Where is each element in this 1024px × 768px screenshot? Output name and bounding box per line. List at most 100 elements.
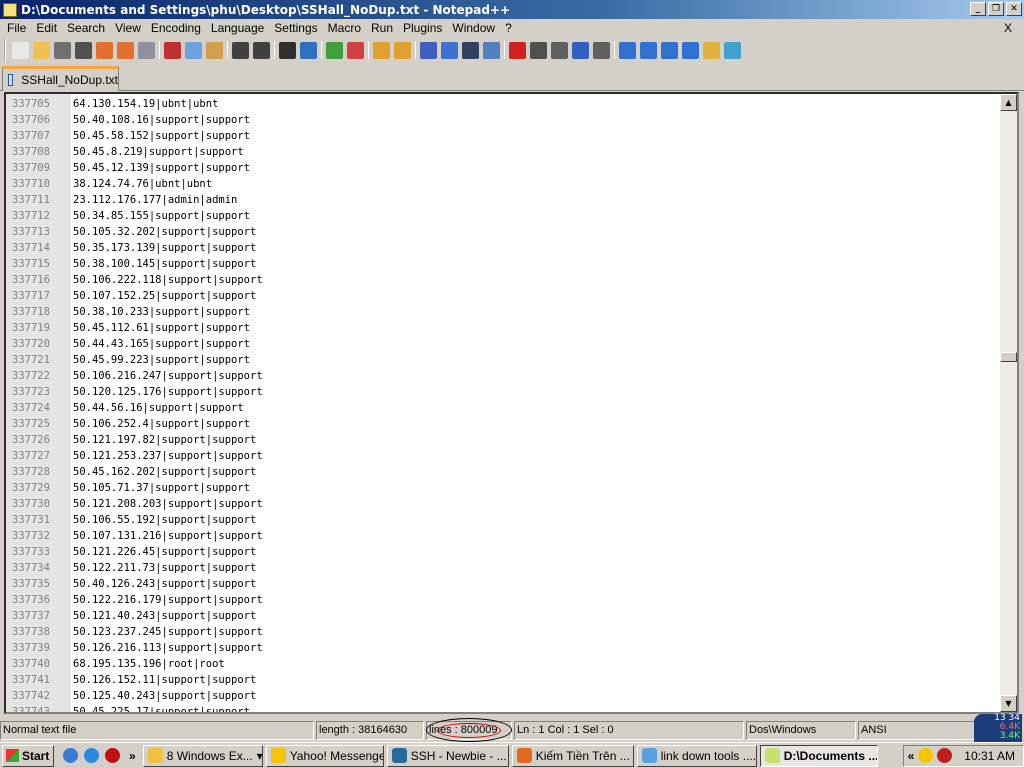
sync-horizontal-icon[interactable] [394,41,411,59]
text-line[interactable]: 337731 50.106.55.192|support|support [6,512,1006,528]
scroll-down-button[interactable]: ▼ [1000,695,1017,712]
text-line[interactable]: 337732 50.107.131.216|support|support [6,528,1006,544]
menu-run[interactable]: Run [366,21,398,35]
save-all-icon[interactable] [75,41,92,59]
doc-map-icon[interactable] [483,41,500,59]
text-line[interactable]: 337721 50.45.99.223|support|support [6,352,1006,368]
text-line[interactable]: 337726 50.121.197.82|support|support [6,432,1006,448]
print-icon[interactable] [138,41,155,59]
text-line[interactable]: 337722 50.106.216.247|support|support [6,368,1006,384]
menu-settings[interactable]: Settings [269,21,322,35]
record-macro-icon[interactable] [509,41,526,59]
text-line[interactable]: 337735 50.40.126.243|support|support [6,576,1006,592]
text-line[interactable]: 337739 50.126.216.113|support|support [6,640,1006,656]
word-wrap-icon[interactable] [420,41,437,59]
taskbar-button[interactable]: link down tools .... [636,744,757,767]
text-line[interactable]: 337711 23.112.176.177|admin|admin [6,192,1006,208]
zoom-out-icon[interactable] [347,41,364,59]
new-file-icon[interactable] [12,41,29,59]
taskbar-button[interactable]: Kiếm Tiền Trên ... [511,744,634,767]
text-line[interactable]: 337737 50.121.40.243|support|support [6,608,1006,624]
stop-macro-icon[interactable] [530,41,547,59]
text-line[interactable]: 337715 50.38.100.145|support|support [6,256,1006,272]
sync-vertical-icon[interactable] [373,41,390,59]
text-line[interactable]: 337727 50.121.253.237|support|support [6,448,1006,464]
ie-icon[interactable] [63,748,78,763]
text-line[interactable]: 337729 50.105.71.37|support|support [6,480,1006,496]
menu-window[interactable]: Window [447,21,500,35]
menu-search[interactable]: Search [62,21,110,35]
copy-icon[interactable] [185,41,202,59]
text-line[interactable]: 337716 50.106.222.118|support|support [6,272,1006,288]
redo-icon[interactable] [253,41,270,59]
scroll-up-button[interactable]: ▲ [1000,94,1017,111]
text-line[interactable]: 337713 50.105.32.202|support|support [6,224,1006,240]
open-folder-icon[interactable] [33,41,50,59]
replace-icon[interactable] [300,41,317,59]
menu-view[interactable]: View [110,21,146,35]
text-line[interactable]: 337740 68.195.135.196|root|root [6,656,1006,672]
text-line[interactable]: 337723 50.120.125.176|support|support [6,384,1006,400]
indent-guide-icon[interactable] [462,41,479,59]
messenger-icon[interactable] [84,748,99,763]
text-line[interactable]: 337717 50.107.152.25|support|support [6,288,1006,304]
yahoo-tray-icon[interactable] [918,748,934,763]
chevron-down-icon[interactable]: ▾ [257,749,262,763]
unfold-icon[interactable] [682,41,699,59]
minimize-button[interactable]: _ [970,2,986,16]
menu-language[interactable]: Language [206,21,269,35]
close-icon[interactable] [96,41,113,59]
tab-sshall-nodup[interactable]: SSHall_NoDup.txt [2,66,119,91]
tray-expand[interactable]: « [908,749,915,763]
text-line[interactable]: 337706 50.40.108.16|support|support [6,112,1006,128]
app-red-icon[interactable] [105,748,120,763]
play-macro-icon[interactable] [551,41,568,59]
folder-save-icon[interactable] [703,41,720,59]
text-line[interactable]: 337734 50.122.211.73|support|support [6,560,1006,576]
save-icon[interactable] [54,41,71,59]
menu-plugins[interactable]: Plugins [398,21,447,35]
text-line[interactable]: 337709 50.45.12.139|support|support [6,160,1006,176]
close-document-button[interactable]: X [999,21,1017,35]
menu-encoding[interactable]: Encoding [146,21,206,35]
text-line[interactable]: 337724 50.44.56.16|support|support [6,400,1006,416]
menu-help[interactable]: ? [500,21,517,35]
text-editor[interactable]: 337705 64.130.154.19|ubnt|ubnt 337706 50.40… [4,92,1019,714]
text-line[interactable]: 337708 50.45.8.219|support|support [6,144,1006,160]
show-all-chars-icon[interactable] [441,41,458,59]
taskbar-button[interactable]: 8 Windows Ex... ▾ [142,744,263,767]
text-line[interactable]: 337725 50.106.252.4|support|support [6,416,1006,432]
down-arrow-icon[interactable] [661,41,678,59]
quick-launch-more[interactable]: » [129,749,136,763]
text-line[interactable]: 337728 50.45.162.202|support|support [6,464,1006,480]
zoom-in-icon[interactable] [326,41,343,59]
find-icon[interactable] [279,41,296,59]
text-line[interactable]: 337743 50.45.225.17|support|support [6,704,1006,712]
fold-all-icon[interactable] [619,41,636,59]
text-line[interactable]: 337733 50.121.226.45|support|support [6,544,1006,560]
text-line[interactable]: 337710 38.124.74.76|ubnt|ubnt [6,176,1006,192]
cut-icon[interactable] [164,41,181,59]
menu-macro[interactable]: Macro [323,21,366,35]
text-line[interactable]: 337714 50.35.173.139|support|support [6,240,1006,256]
text-line[interactable]: 337720 50.44.43.165|support|support [6,336,1006,352]
text-line[interactable]: 337712 50.34.85.155|support|support [6,208,1006,224]
close-all-icon[interactable] [117,41,134,59]
save-macro-icon[interactable] [593,41,610,59]
vertical-scrollbar[interactable]: ▲ ▼ [1000,94,1017,712]
taskbar-button[interactable]: SSH - Newbie - ... [386,744,509,767]
undo-icon[interactable] [232,41,249,59]
paste-icon[interactable] [206,41,223,59]
scroll-thumb[interactable] [1000,352,1017,363]
text-line[interactable]: 337718 50.38.10.233|support|support [6,304,1006,320]
restore-button[interactable]: ❐ [988,2,1004,16]
play-multiple-icon[interactable] [572,41,589,59]
taskbar-button[interactable]: D:\Documents ... [759,744,878,767]
text-line[interactable]: 337742 50.125.40.243|support|support [6,688,1006,704]
text-line[interactable]: 337707 50.45.58.152|support|support [6,128,1006,144]
menu-edit[interactable]: Edit [31,21,62,35]
text-line[interactable]: 337705 64.130.154.19|ubnt|ubnt [6,96,1006,112]
menu-file[interactable]: File [2,21,31,35]
text-line[interactable]: 337741 50.126.152.11|support|support [6,672,1006,688]
text-line[interactable]: 337719 50.45.112.61|support|support [6,320,1006,336]
